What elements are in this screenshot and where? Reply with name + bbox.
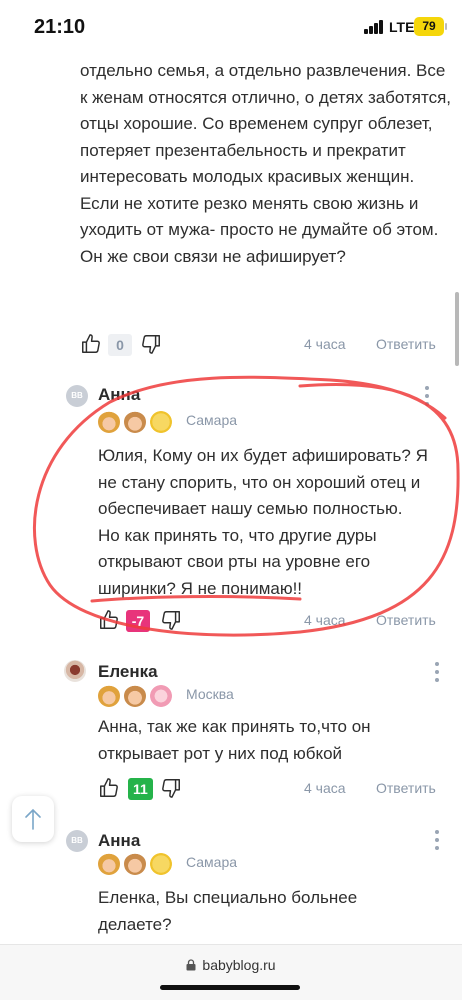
user-badges (98, 685, 178, 707)
comment-actions: 11 4 часа Ответить (98, 777, 448, 803)
network-label: LTE (389, 19, 415, 35)
comment-text: Юлия, Кому он их будет афишировать? Я не… (98, 446, 428, 598)
dislike-icon[interactable] (160, 777, 182, 799)
arrow-up-icon (25, 808, 41, 830)
vote-count: -7 (126, 610, 150, 632)
author-name[interactable]: Анна (98, 385, 140, 405)
hand-badge-icon (150, 853, 172, 875)
user-city: Самара (186, 412, 238, 428)
lock-icon (186, 959, 196, 971)
like-icon[interactable] (80, 333, 102, 355)
vote-count: 11 (128, 778, 153, 800)
comment-text: Еленка, Вы специально больнее делаете? (98, 888, 358, 934)
signal-icon (364, 20, 384, 34)
comment-actions: 0 4 часа Ответить (80, 333, 450, 359)
home-indicator[interactable] (160, 985, 300, 990)
status-time: 21:10 (34, 16, 86, 38)
author-name[interactable]: Анна (98, 831, 140, 851)
like-icon[interactable] (98, 777, 120, 799)
more-options-icon[interactable] (434, 830, 440, 850)
vote-count: 0 (108, 334, 132, 356)
comment-time: 4 часа (304, 780, 346, 796)
daughter-badge-icon (98, 411, 120, 433)
user-badges (98, 411, 178, 433)
comment-text: Анна, так же как принять то,что он откры… (98, 717, 371, 763)
author-name[interactable]: Еленка (98, 662, 158, 682)
daughter-badge-icon (98, 853, 120, 875)
more-options-icon[interactable] (434, 662, 440, 682)
comment-actions: -7 4 часа Ответить (98, 609, 448, 635)
comment-time: 4 часа (304, 612, 346, 628)
reply-button[interactable]: Ответить (376, 612, 436, 628)
comment-text: отдельно семья, а отдельно развлечения. … (80, 61, 452, 266)
scrollbar[interactable] (455, 292, 459, 366)
son-badge-icon (124, 853, 146, 875)
comment-time: 4 часа (304, 336, 346, 352)
reply-button[interactable]: Ответить (376, 336, 436, 352)
son-badge-icon (124, 685, 146, 707)
url-display[interactable]: babyblog.ru (0, 957, 462, 973)
daughter-badge-icon (98, 685, 120, 707)
avatar[interactable]: BB (66, 830, 88, 852)
user-city: Самара (186, 854, 238, 870)
user-badges (98, 853, 178, 875)
like-icon[interactable] (98, 609, 120, 631)
status-bar: 21:10 LTE 79 (0, 0, 462, 56)
hand-badge-icon (150, 411, 172, 433)
avatar[interactable] (64, 660, 86, 682)
reply-button[interactable]: Ответить (376, 780, 436, 796)
url-text[interactable]: babyblog.ru (202, 957, 275, 973)
browser-address-bar[interactable]: babyblog.ru (0, 944, 462, 1000)
dislike-icon[interactable] (140, 333, 162, 355)
son-badge-icon (124, 411, 146, 433)
more-options-icon[interactable] (424, 386, 430, 406)
baby-badge-icon (150, 685, 172, 707)
dislike-icon[interactable] (160, 609, 182, 631)
battery-indicator: 79 (414, 17, 447, 36)
user-city: Москва (186, 686, 234, 702)
avatar[interactable]: BB (66, 385, 88, 407)
scroll-top-button[interactable] (12, 796, 54, 842)
